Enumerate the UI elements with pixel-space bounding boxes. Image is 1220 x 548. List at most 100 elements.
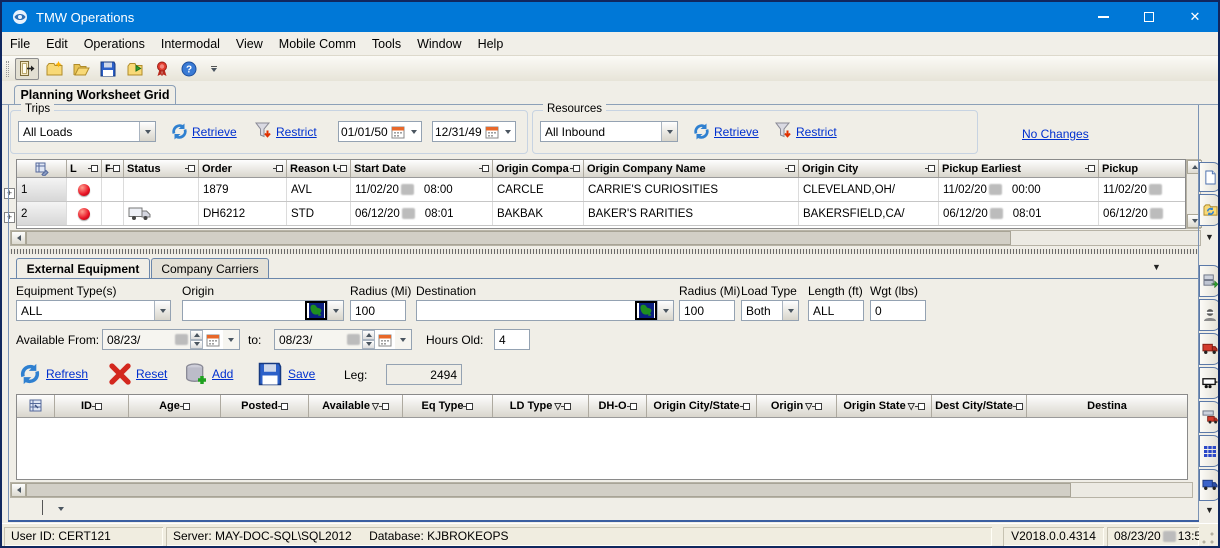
column-header-origin-state[interactable]: Origin State▽ (837, 395, 932, 417)
trips-restrict-link[interactable]: Restrict (276, 125, 317, 139)
hours-old-field[interactable]: 4 (494, 329, 530, 350)
chevron-down-icon[interactable] (501, 122, 515, 141)
destination-field[interactable] (416, 300, 674, 321)
save-toolbar-button[interactable] (96, 58, 120, 80)
trips-retrieve-link[interactable]: Retrieve (192, 125, 237, 139)
column-header-dh-o[interactable]: DH-O (589, 395, 647, 417)
chevron-down-icon[interactable] (661, 122, 677, 141)
chevron-down-icon[interactable] (139, 122, 155, 141)
open-button[interactable] (69, 58, 93, 80)
column-header-eq-type[interactable]: Eq Type (403, 395, 493, 417)
table-row[interactable]: 2 DH6212 STD 06/12/2008:01 BAKBAK BAKER'… (17, 202, 1185, 226)
pin-column-icon[interactable] (630, 403, 637, 410)
add-link[interactable]: Add (212, 367, 233, 381)
column-header-start-date[interactable]: Start Date (351, 160, 493, 177)
scrollbar-thumb[interactable] (26, 483, 1071, 497)
menu-tools[interactable]: Tools (364, 32, 409, 56)
ribbon-button[interactable] (150, 58, 174, 80)
column-header-origin[interactable]: Origin▽ (757, 395, 837, 417)
chevron-down-icon[interactable] (154, 301, 170, 320)
length-field[interactable]: ALL (808, 300, 864, 321)
pin-column-icon[interactable] (95, 403, 102, 410)
pin-column-icon[interactable] (918, 403, 925, 410)
side-tab-document[interactable] (1199, 162, 1220, 192)
menu-operations[interactable]: Operations (76, 32, 153, 56)
pin-column-icon[interactable] (340, 165, 347, 172)
chevron-down-icon[interactable] (657, 301, 673, 320)
close-button[interactable]: ✕ (1172, 2, 1218, 32)
toolbar-overflow-button[interactable] (208, 66, 220, 72)
pin-column-icon[interactable] (743, 403, 750, 410)
radius2-field[interactable]: 100 (679, 300, 735, 321)
resources-retrieve-icon[interactable] (692, 122, 711, 141)
no-changes-link[interactable]: No Changes (1022, 127, 1089, 141)
pin-column-icon[interactable] (564, 403, 571, 410)
column-header-pickup[interactable]: Pickup (1099, 160, 1185, 177)
origin-globe-button[interactable] (305, 301, 327, 320)
resources-filter-select[interactable]: All Inbound (540, 121, 678, 142)
filter-icon[interactable]: ▽ (908, 402, 915, 411)
scrollbar-thumb[interactable] (26, 231, 1011, 245)
panel-options-arrow-icon[interactable]: ▼ (1152, 262, 1161, 272)
date-spinner[interactable] (190, 330, 203, 349)
chevron-down-icon[interactable] (223, 330, 239, 349)
maximize-button[interactable] (1126, 2, 1172, 32)
side-tabs-more-arrow-icon[interactable]: ▼ (1205, 505, 1214, 515)
menu-intermodal[interactable]: Intermodal (153, 32, 228, 56)
column-header-posted[interactable]: Posted (221, 395, 309, 417)
side-tab-inbound-truck[interactable] (1199, 333, 1220, 365)
side-tab-carrier-truck[interactable] (1199, 401, 1220, 433)
menu-view[interactable]: View (228, 32, 271, 56)
column-header-pickup-earliest[interactable]: Pickup Earliest (939, 160, 1099, 177)
side-tabs-more-arrow-icon[interactable]: ▼ (1205, 232, 1214, 242)
reset-link[interactable]: Reset (136, 367, 167, 381)
load-type-select[interactable]: Both (741, 300, 799, 321)
save-link[interactable]: Save (288, 367, 315, 381)
side-tab-tractor[interactable] (1199, 469, 1220, 501)
column-header-id[interactable]: ID (55, 395, 129, 417)
minimize-button[interactable] (1080, 2, 1126, 32)
save-icon[interactable] (258, 362, 282, 386)
scroll-left-button[interactable] (11, 483, 26, 497)
menu-window[interactable]: Window (409, 32, 469, 56)
pin-column-icon[interactable] (482, 165, 489, 172)
trips-grid-hscrollbar[interactable] (10, 230, 1201, 246)
pin-column-icon[interactable] (1016, 403, 1023, 410)
chevron-down-icon[interactable] (327, 301, 343, 320)
calendar-icon[interactable] (484, 122, 501, 141)
pin-column-icon[interactable] (382, 403, 389, 410)
pin-column-icon[interactable] (188, 165, 195, 172)
menu-file[interactable]: File (2, 32, 38, 56)
column-header-origin-city[interactable]: Origin City (799, 160, 939, 177)
filter-icon[interactable]: ▽ (805, 402, 812, 411)
scroll-left-button[interactable] (11, 231, 26, 245)
export-button[interactable] (123, 58, 147, 80)
side-tab-driver[interactable] (1199, 299, 1220, 331)
exit-button[interactable] (15, 58, 39, 80)
column-header-status[interactable]: Status (124, 160, 199, 177)
column-header-ld-type[interactable]: LD Type▽ (493, 395, 589, 417)
column-header-origin-company[interactable]: Origin Compa (493, 160, 584, 177)
pin-column-icon[interactable] (466, 403, 473, 410)
pin-column-icon[interactable] (91, 165, 98, 172)
radius1-field[interactable]: 100 (350, 300, 406, 321)
column-header-age[interactable]: Age (129, 395, 221, 417)
wgt-field[interactable]: 0 (870, 300, 926, 321)
column-header-p[interactable]: P (102, 160, 124, 177)
tab-external-equipment[interactable]: External Equipment (16, 258, 150, 279)
row-expand-button[interactable]: + (4, 212, 15, 223)
column-header-origin-company-name[interactable]: Origin Company Name (584, 160, 799, 177)
destination-globe-button[interactable] (635, 301, 657, 320)
pin-column-icon[interactable] (276, 165, 283, 172)
trips-restrict-icon[interactable] (254, 121, 273, 140)
pin-column-icon[interactable] (815, 403, 822, 410)
splitter-handle[interactable] (8, 249, 1199, 254)
column-header-origin-city-state[interactable]: Origin City/State (647, 395, 757, 417)
filter-icon[interactable]: ▽ (554, 402, 561, 411)
available-from-field[interactable]: 08/23/ (102, 329, 240, 350)
trips-date-to-field[interactable]: 12/31/49 (432, 121, 516, 142)
pin-column-icon[interactable] (928, 165, 935, 172)
tab-company-carriers[interactable]: Company Carriers (151, 258, 269, 279)
new-button[interactable] (42, 58, 66, 80)
resources-restrict-icon[interactable] (774, 121, 793, 140)
